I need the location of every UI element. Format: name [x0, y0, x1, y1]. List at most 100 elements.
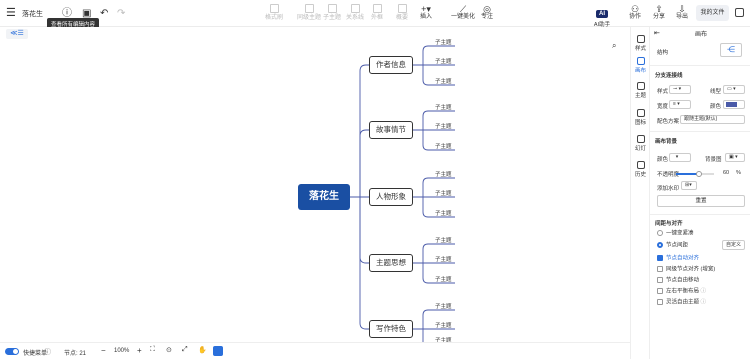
opacity-slider-track[interactable]	[676, 171, 714, 177]
branch-section-title: 分支连接线	[655, 73, 683, 79]
help-icon[interactable]: ⓘ	[701, 288, 707, 294]
subtopic-node[interactable]: 子主题	[435, 103, 452, 111]
right-tab-bar: 样式 画布 主题 图标 幻灯 历史	[630, 27, 649, 359]
bg-image-select[interactable]: ▣ ▾	[725, 153, 745, 162]
share-button[interactable]: ⇪ 分享	[650, 4, 668, 21]
relation-line-button[interactable]: 关系线	[345, 4, 365, 22]
subtopic-node[interactable]: 子主题	[435, 189, 452, 197]
collab-button[interactable]: ⚇ 协作	[626, 4, 644, 21]
color-scheme-select[interactable]: 跟随主题(默认)	[680, 115, 745, 124]
subtopic-node[interactable]: 子主题	[435, 77, 452, 85]
branch-node[interactable]: 写作特色	[369, 320, 413, 338]
auto-align-checkbox[interactable]: 节点自动对齐	[657, 255, 699, 262]
line-type-select[interactable]: ▭ ▾	[723, 85, 745, 94]
top-toolbar: ☰ 落花生 ⓘ ▣ ↶ ↷ 格式刷 同级主题 子主题 关系线 外框 概要 +▾ 插…	[0, 0, 750, 28]
theme-icon	[636, 82, 645, 90]
color-scheme-label: 配色方案	[657, 119, 680, 125]
root-node[interactable]: 落花生	[298, 184, 350, 210]
line-color-label: 颜色	[710, 104, 722, 110]
opacity-value[interactable]: 60	[723, 170, 729, 176]
subtopic-node[interactable]: 子主题	[435, 236, 452, 244]
boundary-button[interactable]: 外框	[368, 4, 386, 22]
panel-title: 画布	[695, 32, 708, 38]
document-title[interactable]: 落花生	[22, 9, 43, 19]
fullscreen-icon[interactable]: ⤢	[182, 346, 188, 354]
line-style-label: 样式	[657, 89, 669, 95]
tab-style[interactable]: 样式	[631, 35, 650, 52]
branch-node[interactable]: 人物形象	[369, 188, 413, 206]
subtopic-node[interactable]: 子主题	[435, 321, 452, 329]
fit-screen-icon[interactable]: ⛶	[150, 346, 155, 354]
balance-layout-checkbox[interactable]: 左右平衡布局 ⓘ	[657, 288, 706, 295]
tab-history[interactable]: 历史	[631, 161, 650, 178]
undo-icon[interactable]: ↶	[100, 8, 108, 19]
branch-node[interactable]: 故事情节	[369, 121, 413, 139]
redo-icon[interactable]: ↷	[117, 8, 125, 19]
ai-assistant-button[interactable]: AI AI助手	[588, 2, 616, 28]
my-files-button[interactable]: 我的文件	[696, 5, 729, 21]
bg-color-select[interactable]: ▾	[669, 153, 691, 162]
spacing-section-title: 间距与对齐	[655, 221, 683, 227]
opacity-slider-thumb[interactable]	[696, 171, 702, 177]
subtopic-node[interactable]: 子主题	[435, 209, 452, 217]
subtopic-node[interactable]: 子主题	[435, 122, 452, 130]
quick-menu-toggle[interactable]	[5, 348, 19, 355]
help-icon[interactable]: ⓘ	[44, 347, 51, 357]
assistant-icon[interactable]	[213, 346, 223, 356]
locate-icon[interactable]: ⊙	[166, 346, 172, 354]
subtopic-node[interactable]: 子主题	[435, 302, 452, 310]
opacity-unit: %	[736, 170, 741, 176]
mindmap-canvas[interactable]: ≪☰ ⌕ 落花生 作者信息 故事情节 人物形象 主题思想 写作特色 子主题 子主…	[0, 27, 630, 344]
tab-theme[interactable]: 主题	[631, 82, 650, 99]
bg-image-label: 背景图	[705, 157, 722, 163]
branch-node[interactable]: 主题思想	[369, 254, 413, 272]
format-painter-icon	[269, 4, 279, 13]
subtopic-node[interactable]: 子主题	[435, 142, 452, 150]
subtopic-node[interactable]: 子主题	[435, 255, 452, 263]
subtopic-button[interactable]: 子主题	[322, 4, 342, 22]
subtopic-node[interactable]: 子主题	[435, 57, 452, 65]
subtopic-node[interactable]: 子主题	[435, 170, 452, 178]
subtopic-node[interactable]: 子主题	[435, 275, 452, 283]
tab-slides[interactable]: 幻灯	[631, 135, 650, 152]
summary-button[interactable]: 概要	[393, 4, 411, 22]
compact-radio[interactable]: 一键变紧凑	[657, 230, 694, 237]
zoom-in-icon[interactable]: +	[137, 346, 142, 355]
format-painter-button[interactable]: 格式刷	[262, 4, 286, 22]
node-spacing-radio[interactable]: 节点间距	[657, 242, 688, 249]
zoom-level[interactable]: 100%	[114, 348, 129, 354]
relation-line-icon	[350, 4, 360, 13]
subtopic-node[interactable]: 子主题	[435, 38, 452, 46]
structure-label: 结构	[657, 50, 669, 56]
free-move-checkbox[interactable]: 节点自由移动	[657, 277, 699, 284]
free-topic-checkbox[interactable]: 灵活自由主题 ⓘ	[657, 299, 706, 306]
menu-icon[interactable]: ☰	[6, 8, 16, 19]
sibling-topic-button[interactable]: 同级主题	[297, 4, 321, 22]
canvas-icon	[636, 57, 645, 65]
slides-icon	[636, 135, 645, 143]
panel-toggle-icon[interactable]	[735, 8, 744, 17]
line-width-select[interactable]: ≡ ▾	[669, 100, 691, 109]
same-width-checkbox[interactable]: 同级节点对齐 (增宽)	[657, 266, 715, 273]
history-icon	[636, 161, 645, 169]
collapse-icon[interactable]: ⇤	[654, 29, 660, 37]
structure-select[interactable]: ⋲	[720, 43, 742, 57]
branch-node[interactable]: 作者信息	[369, 56, 413, 74]
hand-icon[interactable]: ✋	[198, 346, 207, 354]
line-color-picker[interactable]	[723, 100, 745, 109]
tab-canvas[interactable]: 画布	[631, 57, 650, 74]
background-section-title: 画布背景	[655, 139, 678, 145]
export-icon: ⇩	[678, 4, 686, 14]
focus-button[interactable]: ◎ 专注	[478, 4, 496, 21]
tab-icons[interactable]: 图标	[631, 109, 650, 126]
reset-button[interactable]: 重置	[657, 195, 745, 207]
help-icon[interactable]: ⓘ	[701, 299, 707, 305]
line-style-select[interactable]: ⊸ ▾	[669, 85, 691, 94]
zoom-out-icon[interactable]: −	[101, 346, 106, 355]
export-button[interactable]: ⇩ 导出	[673, 4, 691, 21]
boundary-icon	[372, 4, 382, 13]
custom-spacing-button[interactable]: 自定义	[722, 240, 745, 250]
insert-button[interactable]: +▾ 插入	[417, 4, 435, 21]
beautify-button[interactable]: ⟋ 一键美化	[450, 4, 476, 21]
watermark-select[interactable]: ⊞▾	[681, 181, 697, 190]
